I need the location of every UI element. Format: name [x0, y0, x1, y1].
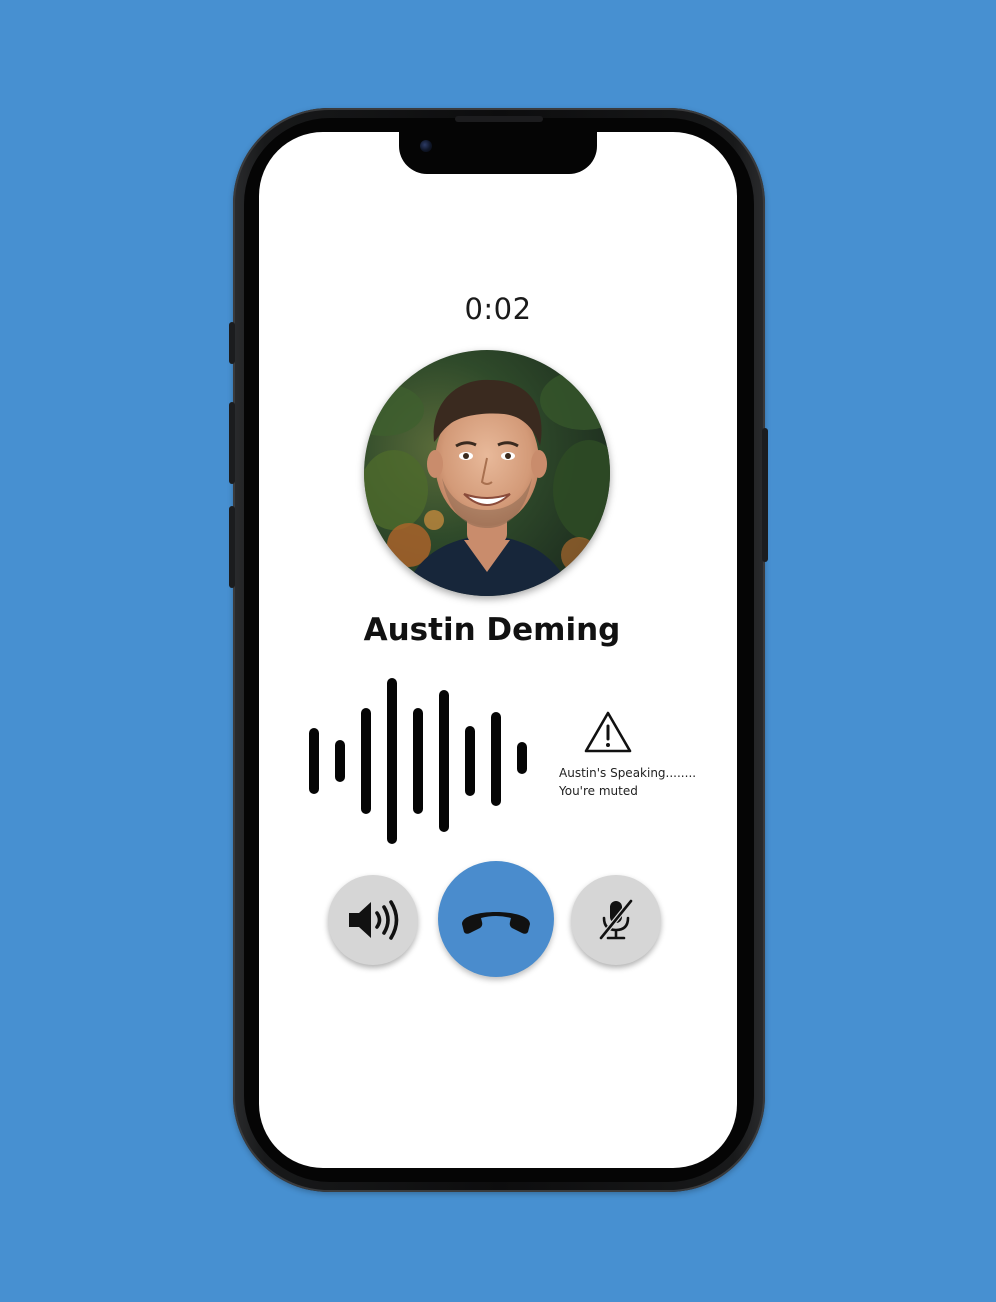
- end-call-button[interactable]: [438, 861, 554, 977]
- hang-up-phone-icon: [462, 912, 530, 934]
- waveform-bar: [517, 742, 527, 774]
- warning-triangle-icon: [583, 710, 633, 754]
- waveform-bar: [439, 690, 449, 832]
- audio-waveform: [309, 678, 531, 846]
- notch: [399, 132, 597, 174]
- power-side-button: [762, 428, 768, 562]
- phone-screen: 0:02 Austin Deming Austin's Speaking....…: [259, 132, 737, 1168]
- waveform-bar: [309, 728, 319, 794]
- speaking-status-text: Austin's Speaking........: [559, 766, 697, 780]
- volume-down-side-button: [229, 506, 235, 588]
- contact-name: Austin Deming: [363, 612, 621, 648]
- speaker-volume-icon: [349, 900, 399, 940]
- volume-up-side-button: [229, 402, 235, 484]
- waveform-bar: [413, 708, 423, 814]
- speaker-button[interactable]: [328, 875, 418, 965]
- earpiece-speaker: [455, 116, 543, 122]
- silent-switch: [229, 322, 235, 364]
- front-camera: [420, 140, 432, 152]
- waveform-bar: [491, 712, 501, 806]
- mute-button[interactable]: [571, 875, 661, 965]
- microphone-muted-icon: [599, 899, 633, 940]
- contact-avatar: [364, 350, 610, 596]
- muted-status-text: You're muted: [559, 784, 638, 798]
- waveform-bar: [387, 678, 397, 844]
- call-timer: 0:02: [464, 292, 532, 326]
- waveform-bar: [465, 726, 475, 796]
- waveform-bar: [361, 708, 371, 814]
- waveform-bar: [335, 740, 345, 782]
